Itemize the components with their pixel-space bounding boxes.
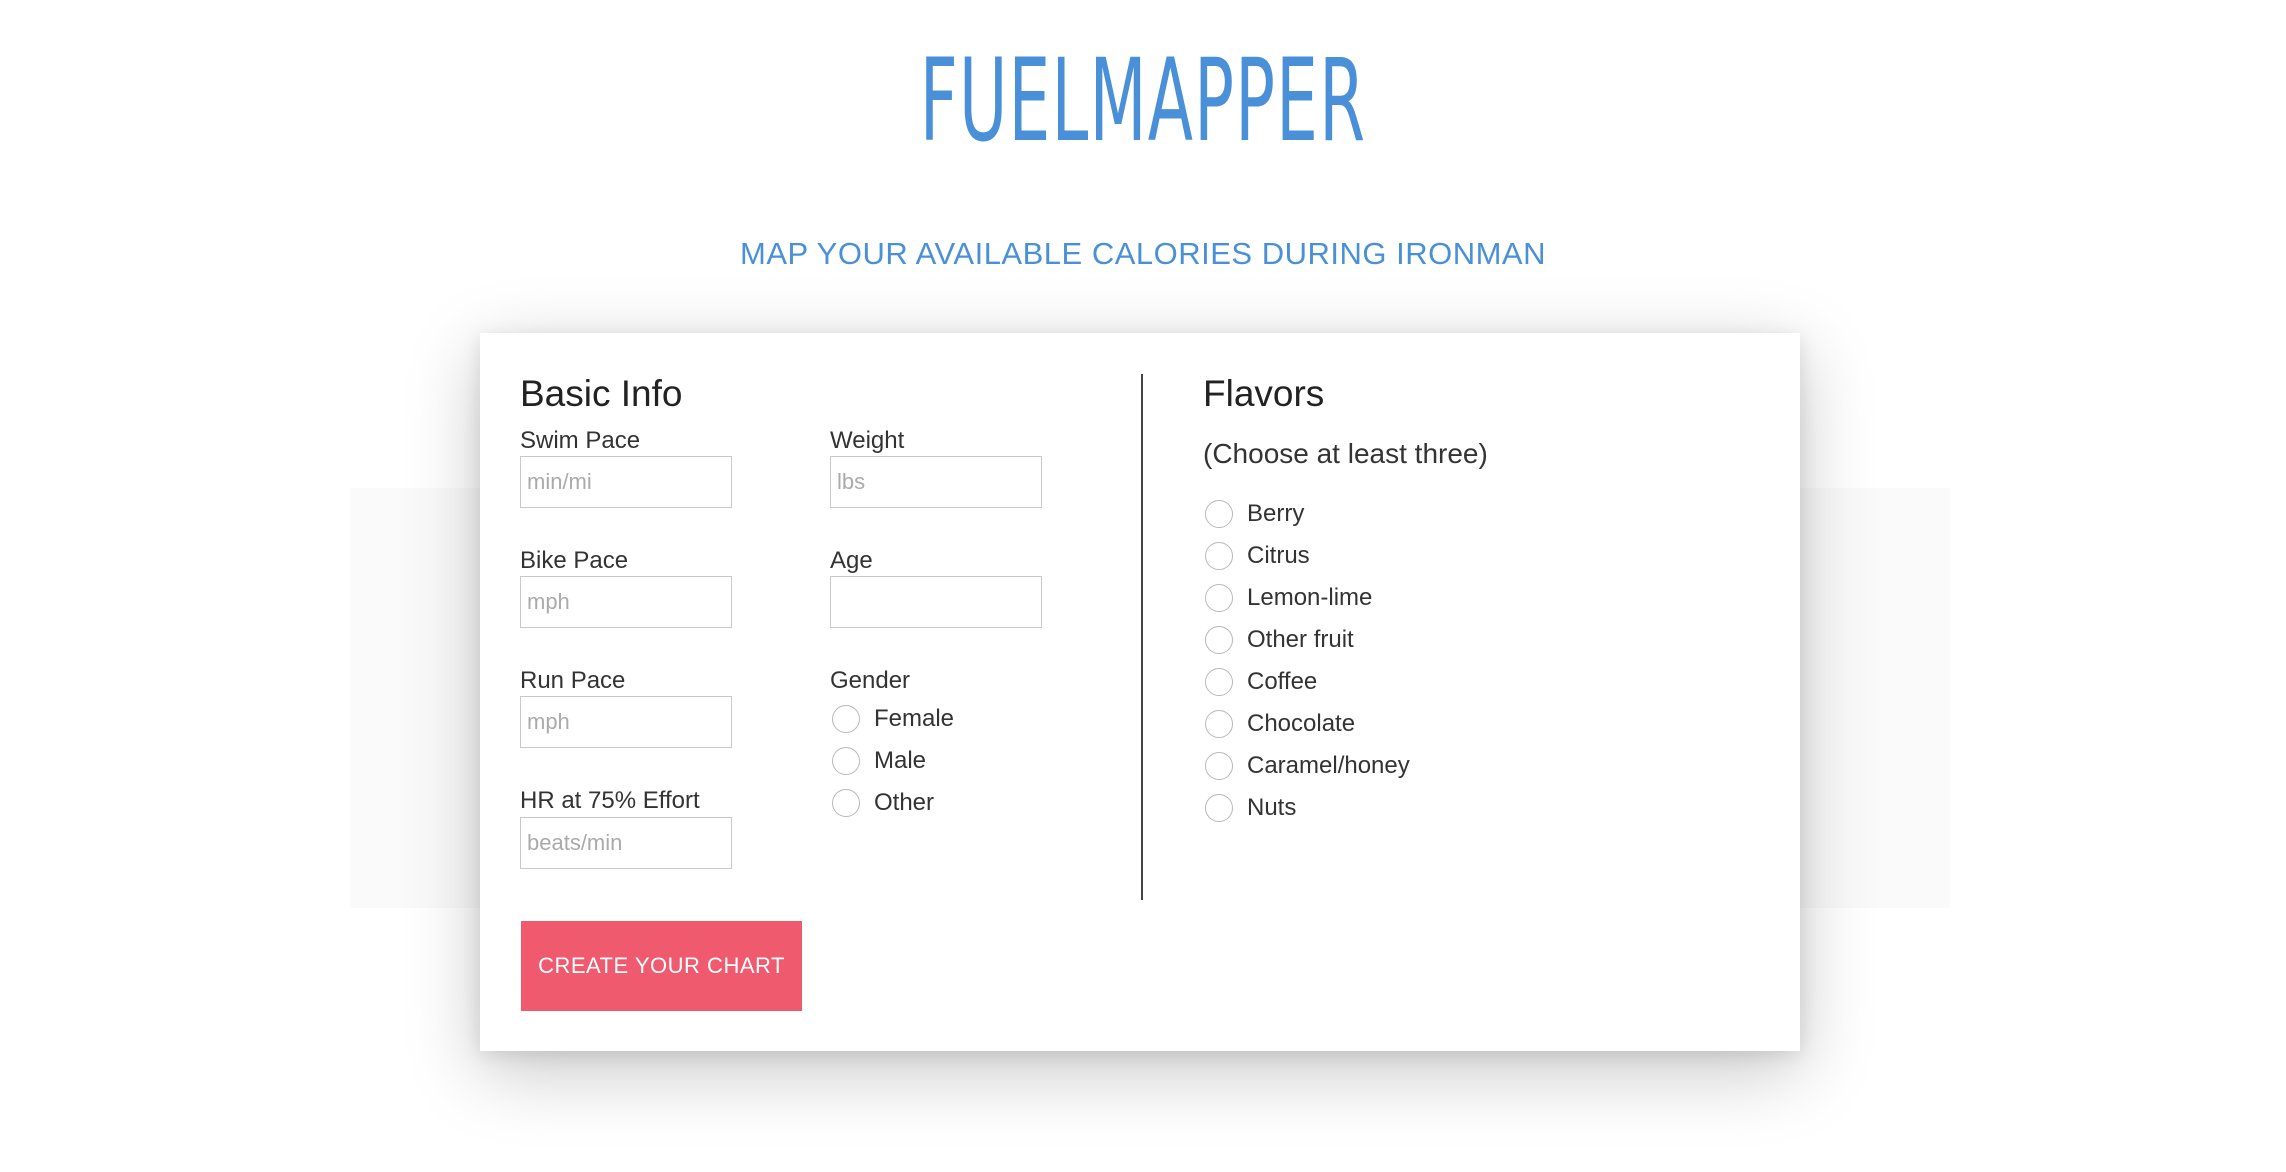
weight-label: Weight [830, 427, 905, 454]
radio-circle[interactable] [832, 747, 860, 775]
radio-circle[interactable] [1205, 752, 1233, 780]
age-label: Age [830, 547, 873, 574]
age-input[interactable] [830, 576, 1042, 628]
flavor-option-lemon-lime[interactable]: Lemon-lime [1205, 584, 1372, 612]
gender-label: Gender [830, 667, 911, 694]
gender-option-male[interactable]: Male [832, 747, 926, 775]
weight-input[interactable] [830, 456, 1042, 508]
flavor-option-label: Caramel/honey [1247, 752, 1410, 779]
radio-circle[interactable] [832, 705, 860, 733]
radio-circle[interactable] [1205, 584, 1233, 612]
flavor-option-chocolate[interactable]: Chocolate [1205, 710, 1355, 738]
radio-circle[interactable] [1205, 794, 1233, 822]
flavor-option-coffee[interactable]: Coffee [1205, 668, 1317, 696]
run-pace-label: Run Pace [520, 667, 626, 694]
radio-circle[interactable] [1205, 542, 1233, 570]
gender-option-label: Female [874, 705, 955, 732]
run-pace-input[interactable] [520, 696, 732, 748]
flavors-title: Flavors [1203, 373, 1325, 414]
gender-option-other[interactable]: Other [832, 789, 934, 817]
flavor-option-caramel-honey[interactable]: Caramel/honey [1205, 752, 1410, 780]
radio-circle[interactable] [832, 789, 860, 817]
tagline: MAP YOUR AVAILABLE CALORIES DURING IRONM… [740, 236, 1546, 271]
flavors-hint: (Choose at least three) [1203, 438, 1488, 469]
column-divider [1141, 374, 1143, 900]
flavor-option-label: Lemon-lime [1247, 584, 1373, 611]
create-chart-button[interactable]: CREATE YOUR CHART [521, 921, 802, 1011]
gender-option-female[interactable]: Female [832, 705, 954, 733]
radio-circle[interactable] [1205, 668, 1233, 696]
radio-circle[interactable] [1205, 710, 1233, 738]
flavor-option-label: Nuts [1247, 794, 1297, 821]
flavor-option-label: Berry [1247, 500, 1305, 527]
app-logo: FUELMAPPER [919, 34, 1367, 167]
gender-option-label: Other [874, 789, 935, 816]
hr-effort-input[interactable] [520, 817, 732, 869]
flavor-option-label: Chocolate [1247, 710, 1356, 737]
page: FUELMAPPER MAP YOUR AVAILABLE CALORIES D… [0, 0, 2286, 1172]
bike-pace-label: Bike Pace [520, 547, 629, 574]
bike-pace-input[interactable] [520, 576, 732, 628]
swim-pace-input[interactable] [520, 456, 732, 508]
gender-option-label: Male [874, 747, 927, 774]
flavor-option-nuts[interactable]: Nuts [1205, 794, 1296, 822]
radio-circle[interactable] [1205, 500, 1233, 528]
radio-circle[interactable] [1205, 626, 1233, 654]
flavor-option-label: Coffee [1247, 668, 1318, 695]
swim-pace-label: Swim Pace [520, 427, 641, 454]
flavor-option-label: Other fruit [1247, 626, 1354, 653]
flavor-option-berry[interactable]: Berry [1205, 500, 1304, 528]
flavor-option-other-fruit[interactable]: Other fruit [1205, 626, 1354, 654]
basic-info-title: Basic Info [520, 373, 683, 414]
flavor-option-citrus[interactable]: Citrus [1205, 542, 1310, 570]
flavor-option-label: Citrus [1247, 542, 1310, 569]
hr-effort-label: HR at 75% Effort [520, 787, 700, 814]
